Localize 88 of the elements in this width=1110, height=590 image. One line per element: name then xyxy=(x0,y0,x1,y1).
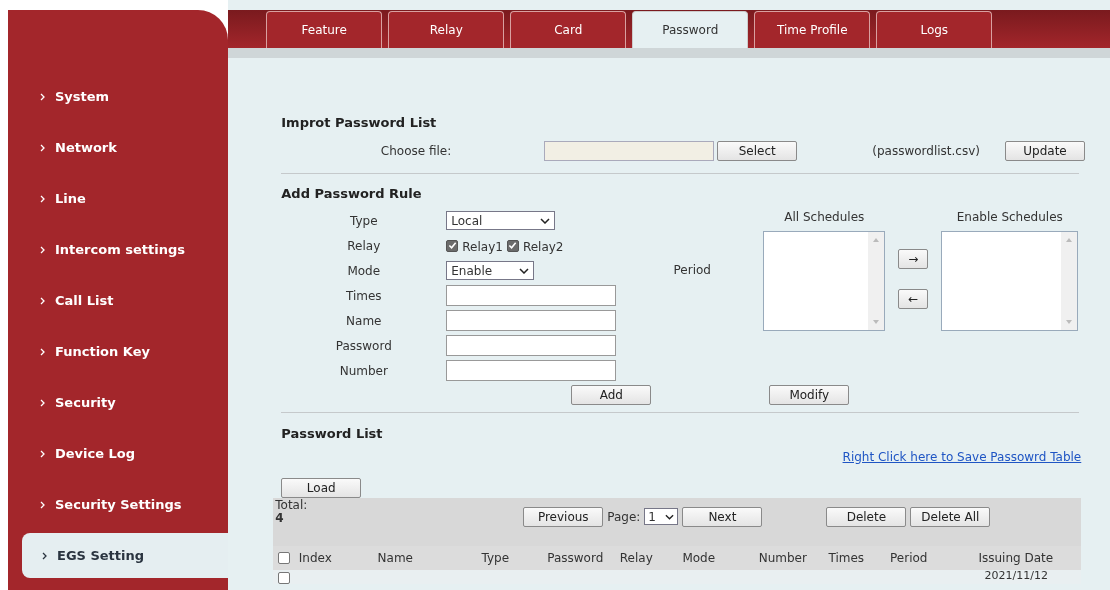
save-table-link[interactable]: Right Click here to Save Passowrd Table xyxy=(842,447,1082,466)
sidebar-item[interactable]: System xyxy=(8,74,229,119)
chevron-right-icon xyxy=(40,347,45,356)
field-label: Mode xyxy=(346,262,382,280)
previous-button[interactable]: Previous xyxy=(523,506,604,527)
column-header: Relay xyxy=(618,549,654,567)
sidebar-item[interactable]: Device Log xyxy=(8,431,229,476)
column-header: Number xyxy=(757,549,808,567)
move-left-button[interactable]: ← xyxy=(898,288,929,309)
total-value: 4 xyxy=(275,511,285,525)
sidebar-item[interactable]: Intercom settings xyxy=(8,227,229,272)
section-heading: Add Password Rule xyxy=(281,184,423,203)
move-right-button[interactable]: → xyxy=(898,248,929,269)
file-field[interactable] xyxy=(544,140,715,161)
text-field[interactable] xyxy=(446,310,617,331)
tab[interactable]: Password xyxy=(632,11,749,48)
add-button[interactable]: Add xyxy=(571,385,652,405)
page-label: Page: xyxy=(607,508,641,526)
list-label: Enable Schedules xyxy=(956,209,1063,226)
field-label: Relay xyxy=(346,237,382,255)
chevron-right-icon xyxy=(40,296,45,305)
column-header: Period xyxy=(889,549,929,567)
chevron-down-icon xyxy=(665,513,675,520)
scrollbar-drawing[interactable] xyxy=(1061,232,1078,330)
checkbox[interactable] xyxy=(278,551,291,564)
chevron-right-icon xyxy=(40,92,45,101)
select-button[interactable]: Select xyxy=(717,140,798,161)
tab[interactable]: Logs xyxy=(876,11,993,48)
table-cell-text: 2021/11/12 xyxy=(983,569,1049,582)
column-header: Issuing Date xyxy=(977,549,1055,567)
checkbox[interactable] xyxy=(506,239,519,252)
column-header: Times xyxy=(827,549,866,567)
chevron-right-icon xyxy=(40,245,45,254)
chevron-right-icon xyxy=(40,398,45,407)
section-heading: Improt Password List xyxy=(281,114,438,132)
checkbox-label: Relay2 xyxy=(522,239,564,256)
chevron-right-icon xyxy=(40,449,45,458)
list-label: All Schedules xyxy=(784,209,865,226)
select-field[interactable]: Local xyxy=(446,211,556,230)
sidebar-item[interactable]: Security Settings xyxy=(8,482,229,527)
tab[interactable]: Time Profile xyxy=(754,11,871,48)
field-label: Type xyxy=(349,212,379,230)
checkbox[interactable] xyxy=(278,571,291,584)
sidebar-item[interactable]: Security xyxy=(8,380,229,425)
chevron-right-icon xyxy=(42,551,47,560)
field-label: Number xyxy=(338,362,389,380)
field-label: Name xyxy=(345,312,383,330)
section-heading: Password List xyxy=(281,425,384,443)
next-button[interactable]: Next xyxy=(682,506,763,527)
sidebar-item[interactable]: Line xyxy=(8,176,229,221)
column-header: Mode xyxy=(681,549,717,567)
column-header: Name xyxy=(376,549,414,567)
scrollbar-drawing[interactable] xyxy=(868,232,885,330)
text-field[interactable] xyxy=(446,360,617,381)
modify-button[interactable]: Modify xyxy=(769,385,850,405)
tab[interactable]: Card xyxy=(510,11,627,48)
sidebar-item[interactable]: Call List xyxy=(8,278,229,323)
text-field[interactable] xyxy=(446,335,617,356)
schedule-list[interactable] xyxy=(763,231,886,331)
sidebar-item[interactable]: Network xyxy=(8,125,229,170)
field-label: Period xyxy=(673,261,711,279)
select-field[interactable]: Enable xyxy=(446,261,535,280)
column-header: Index xyxy=(297,549,333,567)
field-label: Choose file: xyxy=(379,142,453,160)
chevron-right-icon xyxy=(40,500,45,509)
tab[interactable]: Relay xyxy=(388,11,505,48)
delete-all-button[interactable]: Delete All xyxy=(910,506,991,527)
checkbox-label: Relay1 xyxy=(462,239,503,256)
sidebar-item[interactable]: EGS Setting xyxy=(22,533,229,578)
load-button[interactable]: Load xyxy=(281,477,362,498)
schedule-list[interactable] xyxy=(941,231,1079,331)
file-hint: (passwordlist.csv) xyxy=(872,142,980,160)
update-button[interactable]: Update xyxy=(1005,140,1085,161)
chevron-down-icon xyxy=(540,217,551,224)
field-label: Times xyxy=(344,287,383,305)
delete-button[interactable]: Delete xyxy=(826,506,907,527)
chevron-down-icon xyxy=(519,267,530,274)
chevron-right-icon xyxy=(40,143,45,152)
page-select[interactable]: 1 xyxy=(644,508,679,525)
text-field[interactable] xyxy=(446,285,617,306)
field-label: Password xyxy=(334,337,393,355)
chevron-right-icon xyxy=(40,194,45,203)
column-header: Password xyxy=(546,549,605,567)
total-label: Total: xyxy=(275,498,309,512)
column-header: Type xyxy=(480,549,511,567)
checkbox[interactable] xyxy=(446,239,459,252)
sidebar-item[interactable]: Function Key xyxy=(8,329,229,374)
tab[interactable]: Feature xyxy=(266,11,383,48)
